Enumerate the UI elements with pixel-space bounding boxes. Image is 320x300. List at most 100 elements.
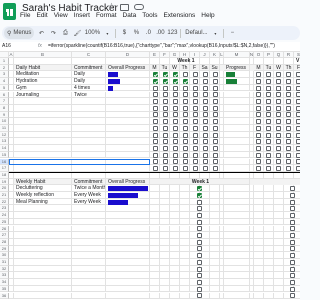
week-2-day-checkbox[interactable] bbox=[296, 119, 300, 125]
grid-cell[interactable] bbox=[160, 265, 170, 273]
grid-cell[interactable] bbox=[72, 171, 106, 179]
grid-cell[interactable] bbox=[210, 225, 220, 233]
grid-cell[interactable] bbox=[14, 131, 72, 139]
week-2-day-checkbox[interactable] bbox=[266, 85, 271, 91]
grid-cell[interactable] bbox=[224, 98, 250, 105]
day-checkbox[interactable] bbox=[182, 112, 188, 118]
grid-cell[interactable] bbox=[170, 198, 180, 206]
day-checkbox[interactable] bbox=[162, 132, 168, 138]
grid-cell[interactable] bbox=[254, 185, 264, 192]
grid-cell[interactable] bbox=[284, 171, 294, 179]
grid-cell[interactable] bbox=[264, 279, 274, 286]
day-checkbox[interactable] bbox=[192, 132, 198, 138]
day-checkbox[interactable] bbox=[172, 112, 178, 118]
row-header-3[interactable]: 3 bbox=[0, 71, 9, 79]
day-checkbox[interactable] bbox=[182, 166, 188, 171]
week-2-day-checkbox[interactable] bbox=[276, 166, 281, 171]
week-2-day-checkbox[interactable] bbox=[276, 92, 281, 98]
chevron-down-icon[interactable]: ▾ bbox=[210, 27, 220, 39]
weekly-checkbox-week-2[interactable] bbox=[290, 212, 295, 218]
grid-cell[interactable] bbox=[150, 232, 160, 239]
menu-help[interactable]: Help bbox=[201, 12, 214, 22]
grid-cell[interactable] bbox=[180, 192, 190, 199]
grid-cell[interactable] bbox=[224, 198, 250, 206]
grid-cell[interactable] bbox=[264, 252, 274, 259]
grid-cell[interactable] bbox=[150, 225, 160, 233]
grid-cell[interactable] bbox=[170, 252, 180, 259]
weekly-checkbox[interactable] bbox=[197, 233, 202, 238]
grid-cell[interactable] bbox=[150, 198, 160, 206]
week-2-day-checkbox[interactable] bbox=[286, 166, 291, 171]
row-header-17[interactable]: 17 bbox=[0, 165, 9, 172]
grid-cell[interactable] bbox=[106, 145, 150, 152]
grid-cell[interactable] bbox=[274, 232, 284, 239]
grid-cell[interactable] bbox=[170, 238, 180, 246]
grid-cell[interactable] bbox=[106, 171, 150, 179]
week-2-day-checkbox[interactable] bbox=[276, 72, 281, 78]
day-checkbox[interactable] bbox=[182, 139, 188, 145]
row-header-35[interactable]: 35 bbox=[0, 285, 9, 293]
grid-cell[interactable] bbox=[224, 265, 250, 273]
week-2-day-checkbox[interactable] bbox=[256, 119, 261, 125]
grid-cell[interactable] bbox=[72, 111, 106, 119]
day-checkbox[interactable] bbox=[182, 125, 188, 131]
grid-cell[interactable] bbox=[254, 171, 264, 179]
grid-cell[interactable] bbox=[72, 118, 106, 125]
menu-format[interactable]: Format bbox=[96, 12, 117, 22]
day-checkbox[interactable] bbox=[192, 119, 198, 125]
weekly-checkbox[interactable] bbox=[197, 253, 202, 259]
grid-cell[interactable] bbox=[14, 252, 72, 259]
increase-decimals-button[interactable]: .00 bbox=[155, 27, 165, 39]
grid-cell[interactable] bbox=[72, 145, 106, 152]
row-header-34[interactable]: 34 bbox=[0, 279, 9, 286]
day-checkbox[interactable] bbox=[152, 139, 158, 145]
grid-cell[interactable] bbox=[72, 58, 106, 65]
menu-view[interactable]: View bbox=[54, 12, 68, 22]
row-header-6[interactable]: 6 bbox=[0, 91, 9, 99]
day-checkbox[interactable] bbox=[172, 159, 178, 165]
grid-cell[interactable] bbox=[150, 259, 160, 266]
week-2-day-checkbox[interactable] bbox=[256, 166, 261, 171]
grid-cell[interactable] bbox=[190, 171, 200, 179]
grid-cell[interactable] bbox=[170, 232, 180, 239]
week-2-day-checkbox[interactable] bbox=[266, 125, 271, 131]
grid-cell[interactable] bbox=[14, 104, 72, 112]
grid-cell[interactable] bbox=[14, 218, 72, 226]
day-checkbox[interactable] bbox=[152, 132, 158, 138]
week-2-day-checkbox[interactable] bbox=[266, 72, 271, 78]
week-2-day-checkbox[interactable] bbox=[296, 72, 300, 78]
spreadsheet-grid[interactable]: A B C D E F G H I J K L M N O P Q R S 1 2 3 4 5 6 7 8 9 10 11 12 13 14 15… bbox=[0, 52, 300, 300]
grid-cell[interactable] bbox=[106, 111, 150, 119]
row-header-24[interactable]: 24 bbox=[0, 212, 9, 219]
week-2-day-checkbox[interactable] bbox=[276, 139, 281, 145]
grid-cell[interactable] bbox=[274, 285, 284, 293]
grid-cell[interactable] bbox=[264, 218, 274, 226]
grid-cell[interactable] bbox=[106, 118, 150, 125]
grid-cell[interactable] bbox=[180, 272, 190, 280]
grid-cell[interactable] bbox=[224, 91, 250, 99]
row-header-4[interactable]: 4 bbox=[0, 78, 9, 85]
grid-cell[interactable] bbox=[274, 292, 284, 300]
decrease-decimals-button[interactable]: .0 bbox=[143, 27, 153, 39]
week-2-day-checkbox[interactable] bbox=[286, 85, 291, 91]
grid-cell[interactable] bbox=[106, 205, 150, 213]
day-checkbox[interactable] bbox=[212, 85, 218, 91]
grid-cell[interactable] bbox=[150, 205, 160, 213]
grid-cell[interactable] bbox=[210, 192, 220, 199]
grid-cell[interactable] bbox=[170, 171, 180, 179]
row-header-9[interactable]: 9 bbox=[0, 111, 9, 119]
day-checkbox[interactable] bbox=[162, 119, 168, 125]
row-header-13[interactable]: 13 bbox=[0, 138, 9, 146]
day-checkbox[interactable] bbox=[152, 99, 158, 104]
row-header-2[interactable]: 2 bbox=[0, 64, 9, 72]
grid-cell[interactable] bbox=[224, 272, 250, 280]
grid-cell[interactable] bbox=[106, 245, 150, 253]
week-2-day-checkbox[interactable] bbox=[266, 132, 271, 138]
grid-cell[interactable] bbox=[224, 104, 250, 112]
day-checkbox[interactable] bbox=[212, 119, 218, 125]
row-header-27[interactable]: 27 bbox=[0, 232, 9, 239]
grid-cell[interactable] bbox=[254, 198, 264, 206]
week-2-day-checkbox[interactable] bbox=[256, 132, 261, 138]
menu-insert[interactable]: Insert bbox=[74, 12, 90, 22]
weekly-checkbox[interactable] bbox=[197, 286, 202, 292]
